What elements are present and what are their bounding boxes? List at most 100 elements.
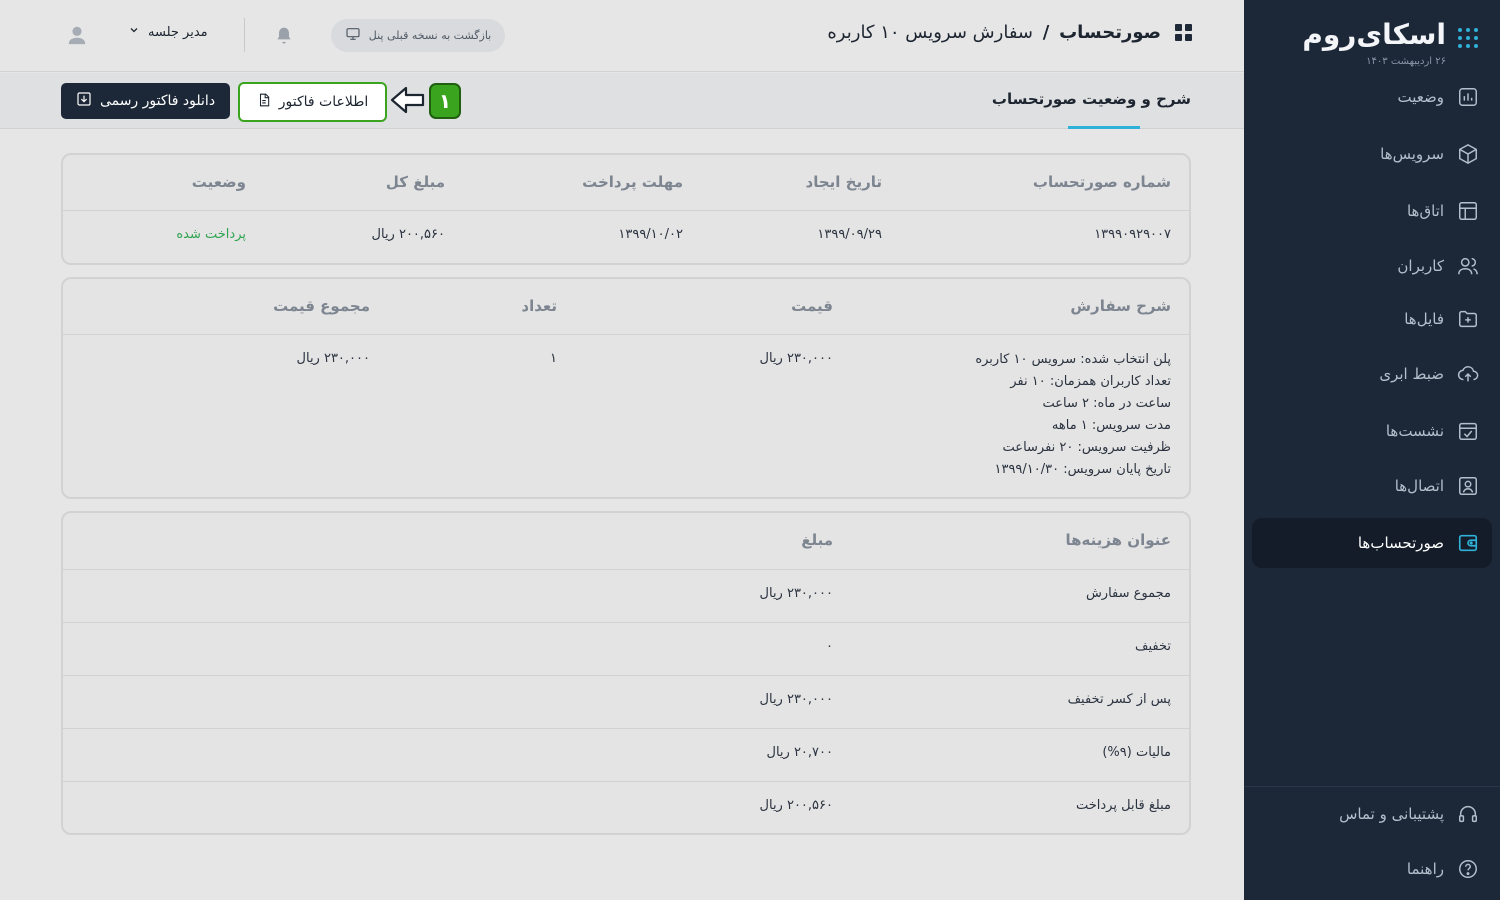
description-line: تاریخ پایان سرویس: ۱۳۹۹/۱۰/۳۰ (994, 462, 1171, 477)
breadcrumb-parent: صورتحساب (1059, 22, 1161, 43)
sidebar-item-cloud-recording[interactable]: ضبط ابری (1244, 349, 1500, 399)
sidebar-item-label: پشتیبانی و تماس (1339, 805, 1444, 823)
table-row: مالیات (۹%) ۲۰,۷۰۰ ریال (63, 729, 1189, 782)
cost-amount: ۲۰,۷۰۰ ریال (766, 745, 833, 760)
sidebar-item-files[interactable]: فایل‌ها (1244, 294, 1500, 344)
sidebar-item-rooms[interactable]: اتاق‌ها (1244, 186, 1500, 236)
order-quantity: ۱ (550, 351, 557, 366)
cloud-upload-icon (1456, 362, 1480, 386)
wallet-icon (1456, 531, 1480, 555)
cost-breakdown-card: عنوان هزینه‌ها مبلغ مجموع سفارش ۲۳۰,۰۰۰ … (61, 511, 1191, 835)
download-icon (76, 91, 92, 111)
sidebar-item-label: اتصال‌ها (1394, 477, 1444, 495)
sidebar-item-support[interactable]: پشتیبانی و تماس (1244, 789, 1500, 839)
user-role-dropdown[interactable]: مدیر جلسه (128, 24, 208, 40)
invoice-info-button[interactable]: اطلاعات فاکتور (238, 82, 387, 122)
cost-title: پس از کسر تخفیف (1067, 692, 1171, 707)
arrow-left-icon (390, 86, 426, 114)
tab-invoice-details[interactable]: شرح و وضعیت صورتحساب (992, 90, 1191, 108)
table-row: تخفیف ۰ (63, 623, 1189, 676)
step-number-badge: ۱ (429, 83, 461, 119)
sidebar-item-label: راهنما (1406, 860, 1444, 878)
sidebar-item-label: نشست‌ها (1385, 422, 1444, 440)
order-total: ۲۳۰,۰۰۰ ریال (296, 351, 370, 366)
status-badge: پرداخت شده (176, 227, 246, 242)
cost-title: تخفیف (1135, 639, 1171, 654)
download-official-invoice-button[interactable]: دانلود فاکتور رسمی (61, 83, 230, 119)
created-date: ۱۳۹۹/۰۹/۲۹ (817, 227, 882, 242)
header-created-date: تاریخ ایجاد (805, 173, 882, 191)
description-line: ظرفیت سرویس: ۲۰ نفرساعت (1002, 440, 1171, 455)
header-invoice-number: شماره صورتحساب (1032, 173, 1171, 191)
brand-logo[interactable]: اسکای‌روم ۲۶ اردیبهشت ۱۴۰۳ (1302, 16, 1478, 68)
cost-amount: ۲۰۰,۵۶۰ ریال (759, 798, 833, 813)
description-line: مدت سرویس: ۱ ماهه (1051, 418, 1171, 433)
invoice-info-label: اطلاعات فاکتور (278, 94, 369, 110)
table-row: پلن انتخاب شده: سرویس ۱۰ کاربره تعداد کا… (63, 335, 1189, 497)
breadcrumb-current: سفارش سرویس ۱۰ کاربره (827, 22, 1034, 43)
sidebar-item-label: ضبط ابری (1379, 365, 1444, 383)
headset-icon (1456, 802, 1480, 826)
sidebar-divider (1244, 786, 1500, 787)
table-header-row: شرح سفارش قیمت تعداد مجموع قیمت (63, 279, 1189, 335)
sidebar-item-services[interactable]: سرویس‌ها (1244, 129, 1500, 179)
chart-icon (1456, 85, 1480, 109)
header-amount: مبلغ (801, 531, 833, 549)
sidebar: اسکای‌روم ۲۶ اردیبهشت ۱۴۰۳ وضعیت سرویس‌ه… (1244, 0, 1500, 900)
description-line: تعداد کاربران همزمان: ۱۰ نفر (1010, 374, 1171, 389)
order-price: ۲۳۰,۰۰۰ ریال (759, 351, 833, 366)
sidebar-item-connections[interactable]: اتصال‌ها (1244, 461, 1500, 511)
header-price: قیمت (791, 297, 833, 315)
sidebar-item-status[interactable]: وضعیت (1244, 72, 1500, 122)
header-quantity: تعداد (521, 297, 557, 315)
chevron-down-icon (128, 24, 140, 40)
cost-amount: ۰ (826, 639, 833, 654)
sidebar-item-help[interactable]: راهنما (1244, 844, 1500, 894)
sidebar-item-label: اتاق‌ها (1406, 202, 1444, 220)
brand-name: اسکای‌روم (1302, 18, 1446, 51)
back-label: بازگشت به نسخه قبلی پنل (368, 29, 492, 42)
cost-title: مالیات (۹%) (1102, 745, 1171, 760)
monitor-icon (345, 26, 361, 45)
table-row: مجموع سفارش ۲۳۰,۰۰۰ ریال (63, 570, 1189, 623)
table-header-row: شماره صورتحساب تاریخ ایجاد مهلت پرداخت م… (63, 155, 1189, 211)
users-icon (1456, 254, 1480, 278)
header-order-description: شرح سفارش (1070, 297, 1171, 315)
total-amount: ۲۰۰,۵۶۰ ریال (371, 227, 445, 242)
sidebar-item-label: سرویس‌ها (1380, 145, 1444, 163)
sidebar-item-invoices[interactable]: صورتحساب‌ها (1252, 518, 1492, 568)
current-date: ۲۶ اردیبهشت ۱۴۰۳ (1366, 56, 1446, 67)
table-row: ۱۳۹۹۰۹۲۹۰۰۷ ۱۳۹۹/۰۹/۲۹ ۱۳۹۹/۱۰/۰۲ ۲۰۰,۵۶… (63, 211, 1189, 263)
header-cost-title: عنوان هزینه‌ها (1065, 531, 1171, 549)
folder-plus-icon (1456, 307, 1480, 331)
grid-icon (1175, 24, 1192, 41)
description-line: ساعت در ماه: ۲ ساعت (1042, 396, 1171, 411)
breadcrumb-separator: / (1042, 22, 1050, 43)
bell-icon[interactable] (274, 25, 294, 47)
cost-amount: ۲۳۰,۰۰۰ ریال (759, 692, 833, 707)
header-total-price: مجموع قیمت (273, 297, 370, 315)
apps-grid-icon (1458, 28, 1478, 48)
header-total-amount: مبلغ کل (385, 173, 445, 191)
layout-icon (1456, 199, 1480, 223)
sub-header: شرح و وضعیت صورتحساب ۱ اطلاعات فاکتور دا… (0, 73, 1244, 129)
invoice-number: ۱۳۹۹۰۹۲۹۰۰۷ (1094, 227, 1171, 242)
top-bar: صورتحساب / سفارش سرویس ۱۰ کاربره بازگشت … (0, 0, 1244, 72)
cost-title: مبلغ قابل پرداخت (1075, 798, 1171, 813)
order-description: پلن انتخاب شده: سرویس ۱۰ کاربره تعداد کا… (975, 349, 1171, 481)
sidebar-item-label: وضعیت (1397, 88, 1444, 106)
sidebar-item-label: صورتحساب‌ها (1357, 534, 1444, 552)
invoice-summary-card: شماره صورتحساب تاریخ ایجاد مهلت پرداخت م… (61, 153, 1191, 265)
order-details-card: شرح سفارش قیمت تعداد مجموع قیمت پلن انتخ… (61, 277, 1191, 499)
sidebar-item-sessions[interactable]: نشست‌ها (1244, 406, 1500, 456)
header-status: وضعیت (191, 173, 246, 191)
back-to-old-panel-button[interactable]: بازگشت به نسخه قبلی پنل (331, 19, 505, 52)
calendar-check-icon (1456, 419, 1480, 443)
avatar-icon[interactable] (66, 24, 88, 46)
page-title: صورتحساب / سفارش سرویس ۱۰ کاربره (827, 22, 1192, 43)
help-icon (1456, 857, 1480, 881)
description-line: پلن انتخاب شده: سرویس ۱۰ کاربره (975, 352, 1171, 367)
contact-icon (1456, 474, 1480, 498)
sidebar-item-users[interactable]: کاربران (1244, 241, 1500, 291)
table-header-row: عنوان هزینه‌ها مبلغ (63, 513, 1189, 570)
